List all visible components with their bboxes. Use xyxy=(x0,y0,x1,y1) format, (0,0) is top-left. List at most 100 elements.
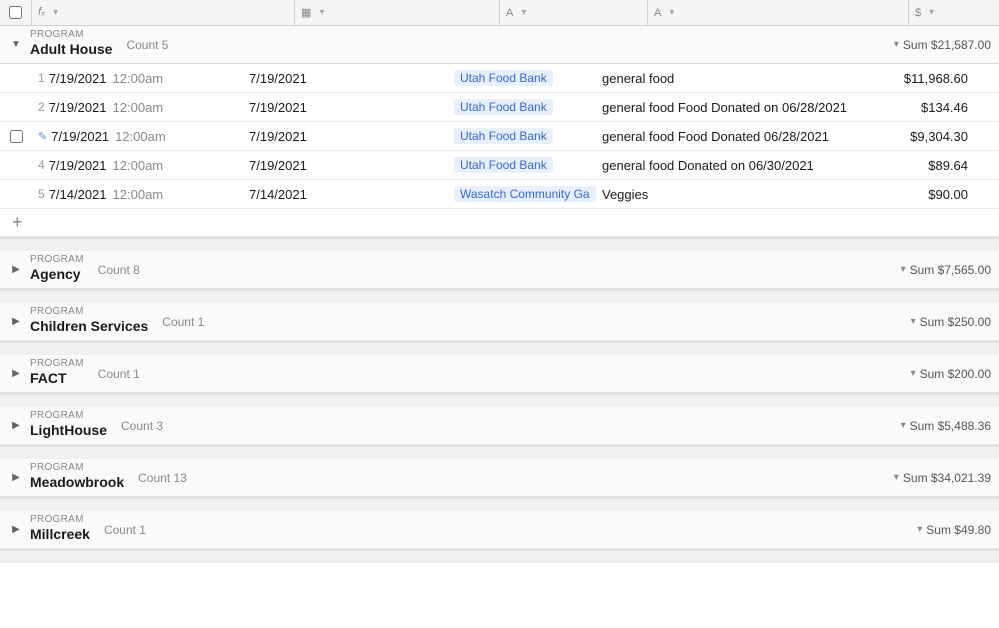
header-company[interactable]: A ▾ xyxy=(500,0,648,25)
group-name-millcreek: Millcreek xyxy=(30,525,90,543)
row-cb-0-4[interactable] xyxy=(0,188,32,201)
group-toggle-millcreek[interactable]: ▶ xyxy=(8,522,24,538)
group-count-millcreek: Count 1 xyxy=(104,523,146,537)
group-name-children-services: Children Services xyxy=(30,317,148,335)
row-empty-cb-0-3 xyxy=(10,159,23,172)
table-row[interactable]: 5 7/14/2021 12:00am 7/14/2021 Wasatch Co… xyxy=(0,180,999,209)
group-left-agency: ▶ PROGRAM Agency Count 8 xyxy=(0,255,263,283)
row-company-tag-0-4[interactable]: Wasatch Community Ga xyxy=(454,186,596,202)
group-info-adult-house: PROGRAM Adult House xyxy=(30,30,112,58)
header-name[interactable]: 𝑓ₓ ▾ xyxy=(32,0,295,25)
row-company-tag-0-1[interactable]: Utah Food Bank xyxy=(454,99,553,115)
row-date2-0-3: 7/19/2021 xyxy=(249,158,307,173)
group-header-millcreek: ▶ PROGRAM Millcreek Count 1 ▾ Sum $49.80 xyxy=(0,511,999,549)
group-program-label-millcreek: PROGRAM xyxy=(30,515,90,525)
group-info-millcreek: PROGRAM Millcreek xyxy=(30,515,90,543)
row-name-cell-0-4: 5 7/14/2021 12:00am xyxy=(32,180,243,208)
row-company-tag-0-0[interactable]: Utah Food Bank xyxy=(454,70,553,86)
sum-arrow-icon-meadowbrook: ▾ xyxy=(894,472,899,483)
row-company-cell-0-2[interactable]: Utah Food Bank xyxy=(448,122,596,150)
row-time-0-2: 12:00am xyxy=(115,129,166,144)
sum-arrow-icon-lighthouse: ▾ xyxy=(901,420,906,431)
row-index-0-1: 2 xyxy=(38,100,45,114)
spacer-agency xyxy=(0,291,999,303)
row-date2-0-0: 7/19/2021 xyxy=(249,71,307,86)
group-info-fact: PROGRAM FACT xyxy=(30,359,84,387)
row-name-cell-0-1: 2 7/19/2021 12:00am xyxy=(32,93,243,121)
row-desc-cell-0-1: general food Food Donated on 06/28/2021 xyxy=(596,93,857,121)
table-row[interactable]: ✎ 7/19/2021 12:00am 7/19/2021 Utah Food … xyxy=(0,122,999,151)
header-amount[interactable]: $ ▾ xyxy=(909,0,999,25)
group-toggle-meadowbrook[interactable]: ▶ xyxy=(8,470,24,486)
row-time-0-1: 12:00am xyxy=(113,100,164,115)
group-info-meadowbrook: PROGRAM Meadowbrook xyxy=(30,463,124,491)
sum-label-children-services: Sum $250.00 xyxy=(920,315,991,329)
group-program-label-lighthouse: PROGRAM xyxy=(30,411,107,421)
group-count-agency: Count 8 xyxy=(98,263,140,277)
group-count-adult-house: Count 5 xyxy=(126,38,168,52)
table-row[interactable]: 1 7/19/2021 12:00am 7/19/2021 Utah Food … xyxy=(0,64,999,93)
group-toggle-adult-house[interactable]: ▼ xyxy=(8,37,24,53)
row-cb-0-3[interactable] xyxy=(0,159,32,172)
select-all-checkbox-cell[interactable] xyxy=(0,0,32,25)
date-icon: ▦ xyxy=(301,6,311,19)
row-cb-0-2[interactable] xyxy=(0,130,32,143)
row-empty-cb-0-4 xyxy=(10,188,23,201)
group-info-children-services: PROGRAM Children Services xyxy=(30,307,148,335)
row-amount-cell-0-4: $90.00 xyxy=(857,180,974,208)
group-left-millcreek: ▶ PROGRAM Millcreek Count 1 xyxy=(0,515,263,543)
row-cb-0-1[interactable] xyxy=(0,101,32,114)
sum-arrow-icon-adult-house: ▾ xyxy=(894,39,899,50)
group-header-lighthouse: ▶ PROGRAM LightHouse Count 3 ▾ Sum $5,48… xyxy=(0,407,999,445)
header-desc[interactable]: A ▾ xyxy=(648,0,909,25)
header-date[interactable]: ▦ ▾ xyxy=(295,0,500,25)
group-name-agency: Agency xyxy=(30,265,84,283)
group-sum-fact: ▾ Sum $200.00 xyxy=(882,367,999,381)
group-section-meadowbrook: ▶ PROGRAM Meadowbrook Count 13 ▾ Sum $34… xyxy=(0,459,999,499)
group-section-fact: ▶ PROGRAM FACT Count 1 ▾ Sum $200.00 xyxy=(0,355,999,395)
row-cb-0-0[interactable] xyxy=(0,72,32,85)
sum-arrow-icon-millcreek: ▾ xyxy=(917,524,922,535)
group-sum-millcreek: ▾ Sum $49.80 xyxy=(882,523,999,537)
group-left-lighthouse: ▶ PROGRAM LightHouse Count 3 xyxy=(0,411,263,439)
row-company-tag-0-3[interactable]: Utah Food Bank xyxy=(454,157,553,173)
row-time-0-4: 12:00am xyxy=(113,187,164,202)
select-all-checkbox[interactable] xyxy=(9,6,22,19)
row-checkbox-0-2[interactable] xyxy=(10,130,23,143)
group-toggle-fact[interactable]: ▶ xyxy=(8,366,24,382)
group-toggle-children-services[interactable]: ▶ xyxy=(8,314,24,330)
group-name-adult-house: Adult House xyxy=(30,40,112,58)
group-left-meadowbrook: ▶ PROGRAM Meadowbrook Count 13 xyxy=(0,463,263,491)
sum-label-adult-house: Sum $21,587.00 xyxy=(903,38,991,52)
row-date2-cell-0-3: 7/19/2021 xyxy=(243,151,448,179)
text-icon: A xyxy=(506,7,513,19)
row-name-cell-0-3: 4 7/19/2021 12:00am xyxy=(32,151,243,179)
group-program-label-adult-house: PROGRAM xyxy=(30,30,112,40)
spacer-children-services xyxy=(0,343,999,355)
row-company-cell-0-0[interactable]: Utah Food Bank xyxy=(448,64,596,92)
row-company-cell-0-4[interactable]: Wasatch Community Ga xyxy=(448,180,596,208)
row-company-cell-0-3[interactable]: Utah Food Bank xyxy=(448,151,596,179)
group-info-agency: PROGRAM Agency xyxy=(30,255,84,283)
group-sum-meadowbrook: ▾ Sum $34,021.39 xyxy=(882,471,999,485)
row-amount-0-1: $134.46 xyxy=(921,100,968,115)
table-row[interactable]: 2 7/19/2021 12:00am 7/19/2021 Utah Food … xyxy=(0,93,999,122)
group-program-label-children-services: PROGRAM xyxy=(30,307,148,317)
group-toggle-agency[interactable]: ▶ xyxy=(8,262,24,278)
row-amount-cell-0-1: $134.46 xyxy=(857,93,974,121)
group-count-fact: Count 1 xyxy=(98,367,140,381)
group-toggle-lighthouse[interactable]: ▶ xyxy=(8,418,24,434)
row-amount-0-2: $9,304.30 xyxy=(910,129,968,144)
group-left-children-services: ▶ PROGRAM Children Services Count 1 xyxy=(0,307,263,335)
spacer-meadowbrook xyxy=(0,499,999,511)
row-desc-0-2: general food Food Donated 06/28/2021 xyxy=(602,129,829,144)
row-date2-cell-0-0: 7/19/2021 xyxy=(243,64,448,92)
table-row[interactable]: 4 7/19/2021 12:00am 7/19/2021 Utah Food … xyxy=(0,151,999,180)
spacer-adult-house xyxy=(0,239,999,251)
row-company-tag-0-2[interactable]: Utah Food Bank xyxy=(454,128,553,144)
row-desc-0-4: Veggies xyxy=(602,187,648,202)
group-left-adult-house: ▼ PROGRAM Adult House Count 5 xyxy=(0,30,263,58)
add-row-button-adult-house[interactable]: + xyxy=(0,209,999,237)
row-company-cell-0-1[interactable]: Utah Food Bank xyxy=(448,93,596,121)
row-desc-cell-0-0: general food xyxy=(596,64,857,92)
